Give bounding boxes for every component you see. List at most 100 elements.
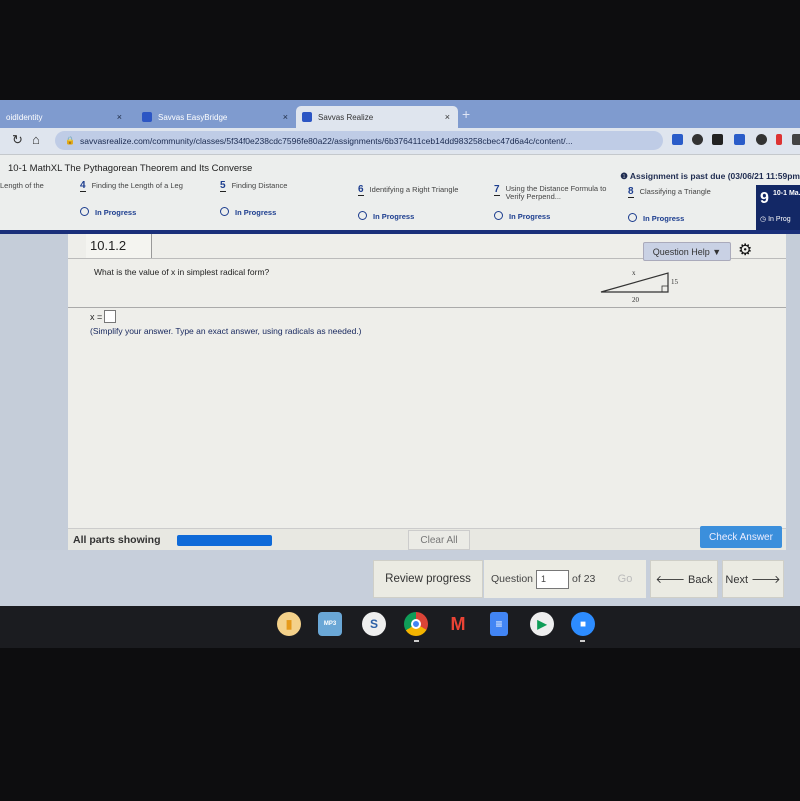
question-number: 10.1.2	[86, 234, 152, 258]
home-icon[interactable]: ⌂	[32, 132, 40, 147]
lesson-number: 7	[494, 184, 500, 196]
next-button[interactable]: Next 🡒	[722, 560, 784, 598]
lesson-status: In Progress	[494, 211, 550, 221]
clock-icon	[220, 207, 229, 216]
back-button[interactable]: 🡐 Back	[650, 560, 718, 598]
parts-progress-bar	[177, 535, 272, 546]
lesson-item[interactable]: Length of the	[0, 181, 44, 190]
close-icon[interactable]: ×	[283, 112, 288, 122]
lesson-item[interactable]: 4 Finding the Length of a Leg In Progress	[80, 180, 183, 217]
lesson-status: In Progress	[358, 211, 414, 221]
question-help-button[interactable]: Question Help ▼	[643, 242, 731, 261]
tab-label: oidIdentity	[6, 112, 43, 122]
tab-label: Savvas Realize	[318, 112, 374, 122]
base-label: 20	[632, 296, 640, 304]
past-due-notice: ❶ Assignment is past due (03/06/21 11:59…	[620, 171, 800, 181]
lesson-item[interactable]: 8 Classifying a Triangle In Progress	[628, 186, 711, 223]
savvas-logo-icon	[142, 112, 152, 122]
lesson-status: In Progress	[80, 207, 136, 217]
question-navigation: Review progress Question 1 of 23 Go 🡐 Ba…	[0, 550, 800, 606]
tab-savvas-realize[interactable]: Savvas Realize ×	[296, 106, 458, 128]
answer-row: x =	[90, 310, 117, 323]
answer-hint: (Simplify your answer. Type an exact ans…	[90, 326, 362, 336]
chrome-app-icon[interactable]	[404, 612, 428, 636]
extension-icon[interactable]	[712, 134, 723, 145]
new-tab-button[interactable]: +	[462, 106, 470, 122]
address-bar[interactable]: 🔒 savvasrealize.com/community/classes/5f…	[55, 131, 663, 150]
leg-label: 15	[671, 278, 679, 286]
question-prompt: What is the value of x in simplest radic…	[94, 267, 270, 277]
zoom-app-icon[interactable]: ■	[571, 612, 595, 636]
parts-bar: All parts showing Clear All Check Answer	[68, 526, 786, 550]
answer-input[interactable]	[104, 310, 117, 323]
lesson-item[interactable]: 5 Finding Distance In Progress	[220, 180, 288, 217]
go-button[interactable]: Go	[604, 560, 646, 598]
clock-icon	[628, 213, 637, 222]
divider	[68, 307, 786, 308]
lesson-number: 6	[358, 184, 364, 196]
lesson-number: 9	[760, 190, 769, 207]
question-number-input[interactable]: 1	[536, 569, 570, 589]
course-header: 10-1 MathXL The Pythagorean Theorem and …	[0, 154, 800, 231]
docs-app-icon[interactable]: ≡	[490, 612, 508, 636]
lesson-status: In Progress	[220, 207, 276, 217]
review-progress-button[interactable]: Review progress	[373, 560, 483, 598]
lesson-number: 4	[80, 180, 86, 192]
extension-icon[interactable]	[756, 134, 767, 145]
lesson-number: 5	[220, 180, 226, 192]
lesson-label: Using the Distance Formula to Verify Per…	[505, 184, 607, 201]
tab-label: Savvas EasyBridge	[158, 112, 228, 122]
tab-strip: oidIdentity × Savvas EasyBridge × Savvas…	[0, 100, 800, 128]
gear-icon[interactable]: ⚙	[738, 240, 752, 260]
check-answer-button[interactable]: Check Answer	[700, 526, 782, 548]
lesson-label: Identifying a Right Triangle	[369, 185, 459, 194]
lesson-label: Finding Distance	[231, 181, 288, 190]
course-title: 10-1 MathXL The Pythagorean Theorem and …	[8, 163, 253, 174]
lesson-label: Finding the Length of a Leg	[91, 181, 183, 190]
lesson-label: 10-1 Ma... Practice	[773, 190, 800, 197]
lesson-status: ◷ In Prog	[760, 216, 791, 223]
gmail-app-icon[interactable]: M	[446, 612, 470, 636]
close-icon[interactable]: ×	[445, 112, 450, 122]
answer-prefix: x =	[90, 311, 103, 322]
tab-savvas-easybridge[interactable]: Savvas EasyBridge ×	[136, 106, 296, 128]
url-text: savvasrealize.com/community/classes/5f34…	[79, 135, 573, 146]
savvas-logo-icon	[302, 112, 312, 122]
question-label: Question	[491, 573, 534, 585]
clock-icon	[494, 211, 503, 220]
running-indicator	[414, 640, 419, 642]
lesson-label: Length of the	[0, 181, 44, 190]
reload-icon[interactable]: ↻	[12, 132, 23, 148]
lesson-status: In Progress	[628, 213, 684, 223]
extension-icon[interactable]	[776, 134, 782, 145]
extension-icon[interactable]	[672, 134, 683, 145]
question-total: of 23	[572, 573, 596, 585]
question-jump: Question 1 of 23	[484, 560, 604, 598]
right-triangle-figure: x 15 20	[600, 269, 679, 304]
lesson-item[interactable]: 6 Identifying a Right Triangle In Progres…	[358, 184, 459, 221]
running-indicator	[580, 640, 585, 642]
close-icon[interactable]: ×	[117, 112, 122, 122]
right-angle-mark	[661, 285, 669, 293]
browser-toolbar: ↻ ⌂ 🔒 savvasrealize.com/community/classe…	[0, 128, 800, 154]
keep-app-icon[interactable]: ▮	[277, 612, 301, 636]
clock-icon	[80, 207, 89, 216]
os-shelf: ▮ MP3 S M ≡ ▶ ■	[0, 606, 800, 648]
mp3-app-icon[interactable]: MP3	[318, 612, 342, 636]
lesson-number: 8	[628, 186, 634, 198]
tab-identity[interactable]: oidIdentity ×	[0, 106, 130, 128]
profile-icon[interactable]	[792, 134, 800, 145]
extension-icon[interactable]	[734, 134, 745, 145]
clear-all-button[interactable]: Clear All	[408, 530, 470, 550]
skype-app-icon[interactable]: S	[362, 612, 386, 636]
hypotenuse-label: x	[632, 269, 636, 277]
lock-icon: 🔒	[65, 136, 75, 145]
extension-icon[interactable]	[692, 134, 703, 145]
alert-icon: ❶	[620, 171, 630, 181]
parts-label: All parts showing	[73, 534, 161, 546]
lesson-item-active[interactable]: 9 10-1 Ma... Practice ◷ In Prog	[756, 185, 800, 231]
lesson-item[interactable]: 7 Using the Distance Formula to Verify Pe…	[494, 184, 624, 221]
clock-icon	[358, 211, 367, 220]
lesson-label: Classifying a Triangle	[639, 187, 711, 196]
play-store-app-icon[interactable]: ▶	[530, 612, 554, 636]
